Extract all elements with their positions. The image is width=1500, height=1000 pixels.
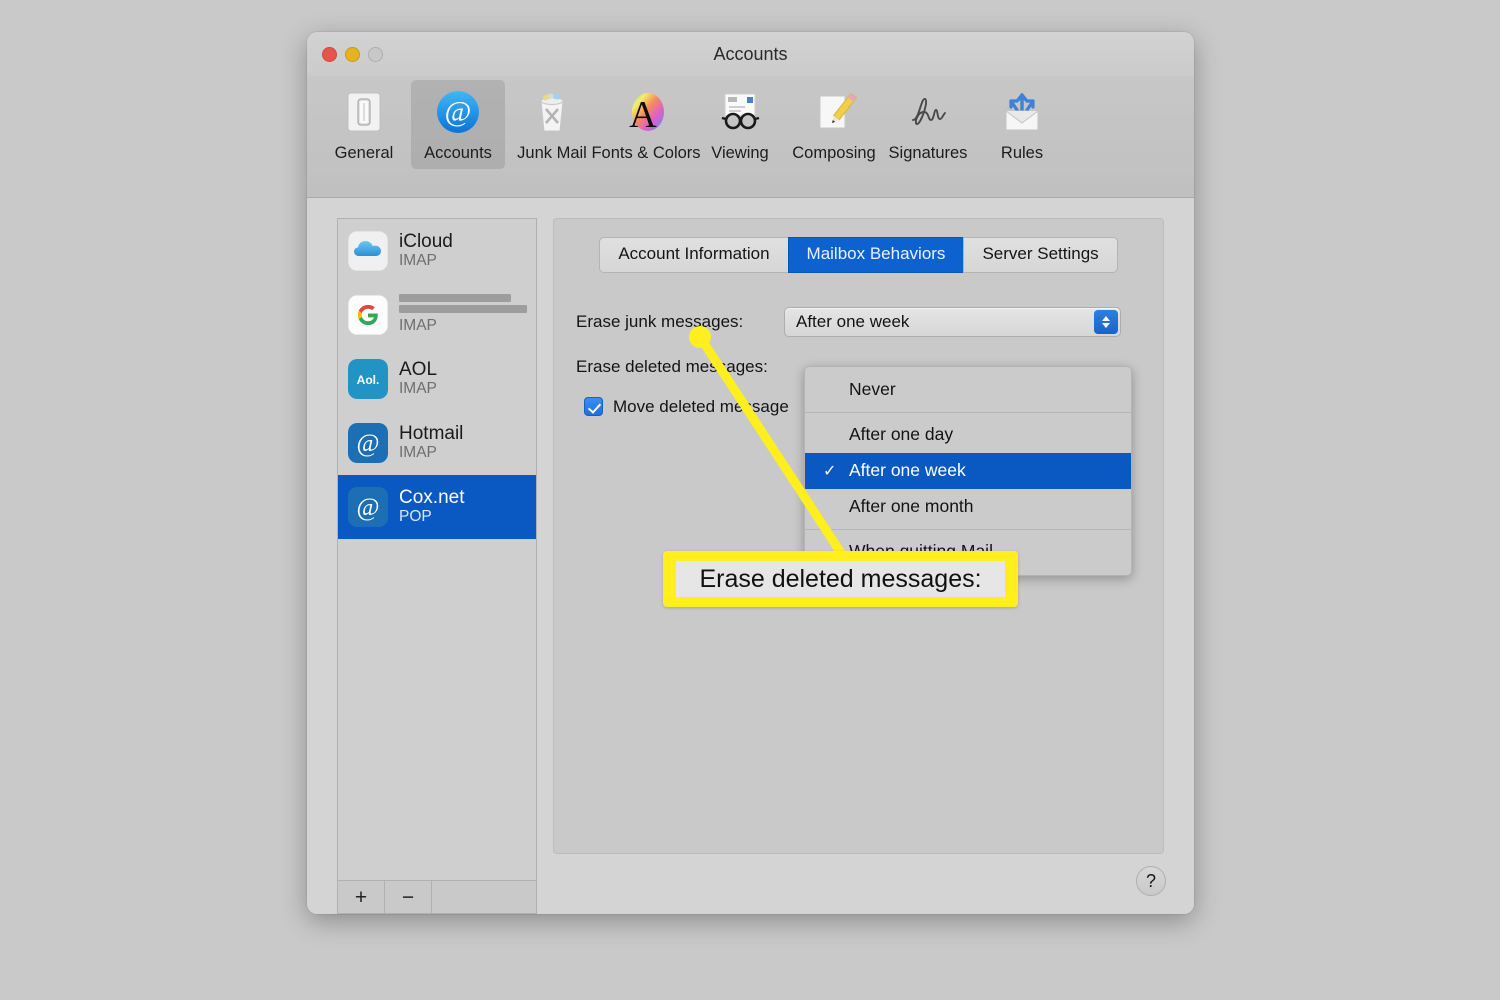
- erase-junk-value: After one week: [796, 311, 910, 331]
- account-row-icloud[interactable]: iCloud IMAP: [338, 219, 536, 283]
- toolbar-label-junk-mail: Junk Mail: [517, 144, 587, 162]
- eyeglasses-icon: [714, 86, 766, 138]
- toolbar-label-viewing: Viewing: [711, 144, 769, 162]
- pencil-paper-icon: [808, 86, 860, 138]
- toolbar-item-signatures[interactable]: Signatures: [881, 80, 975, 169]
- toolbar-label-composing: Composing: [792, 144, 876, 162]
- toolbar-item-composing[interactable]: Composing: [787, 80, 881, 169]
- erase-deleted-dropdown-menu[interactable]: Never After one day After one week After…: [804, 365, 1132, 576]
- account-name: Hotmail: [399, 423, 464, 445]
- svg-text:A: A: [629, 94, 657, 135]
- account-text: AOL IMAP: [399, 359, 437, 399]
- aol-icon: Aol.: [348, 359, 388, 399]
- erase-junk-row: Erase junk messages: After one week: [576, 306, 1141, 337]
- at-badge-icon: @: [348, 487, 388, 527]
- toolbar-item-rules[interactable]: Rules: [975, 80, 1069, 169]
- menu-item-never[interactable]: Never: [805, 372, 1131, 408]
- svg-text:@: @: [356, 494, 379, 521]
- move-deleted-label: Move deleted message: [613, 396, 789, 416]
- accounts-preferences-window: Accounts General @ Accounts Junk Mail A …: [307, 32, 1194, 914]
- move-deleted-checkbox[interactable]: [584, 397, 603, 417]
- menu-item-after-one-week[interactable]: After one week: [805, 452, 1131, 489]
- erase-deleted-label: Erase deleted messages:: [576, 356, 768, 376]
- account-row-hotmail[interactable]: @ Hotmail IMAP: [338, 411, 536, 475]
- footer-spacer: [432, 881, 536, 913]
- account-row-redacted[interactable]: IMAP: [338, 283, 536, 347]
- redacted-account-name: [399, 294, 527, 314]
- toolbar-item-viewing[interactable]: Viewing: [693, 80, 787, 169]
- account-row-aol[interactable]: Aol. AOL IMAP: [338, 347, 536, 411]
- toolbar-label-fonts-colors: Fonts & Colors: [591, 144, 701, 162]
- account-protocol: IMAP: [399, 380, 437, 398]
- tab-mailbox-behaviors[interactable]: Mailbox Behaviors: [787, 237, 965, 273]
- svg-text:@: @: [356, 430, 379, 457]
- callout-text: Erase deleted messages:: [676, 561, 1005, 597]
- account-list[interactable]: iCloud IMAP IMAP Aol. AOL IMAP @ Hotmail…: [337, 218, 537, 880]
- at-sign-icon: @: [432, 86, 484, 138]
- detail-tab-bar: Account Information Mailbox Behaviors Se…: [576, 237, 1141, 273]
- menu-item-after-one-month[interactable]: After one month: [805, 489, 1131, 525]
- callout-highlight-box: Erase deleted messages:: [663, 551, 1018, 607]
- menu-item-after-one-day[interactable]: After one day: [805, 417, 1131, 453]
- trash-can-icon: [526, 86, 578, 138]
- font-color-icon: A: [620, 86, 672, 138]
- toolbar-label-signatures: Signatures: [888, 144, 968, 162]
- account-name: iCloud: [399, 231, 453, 253]
- svg-text:Aol.: Aol.: [357, 373, 380, 387]
- erase-junk-select[interactable]: After one week: [784, 306, 1121, 337]
- signature-icon: [902, 86, 954, 138]
- account-protocol: IMAP: [399, 317, 437, 335]
- account-text: IMAP: [399, 294, 527, 336]
- tab-account-information[interactable]: Account Information: [599, 237, 789, 273]
- account-text: Hotmail IMAP: [399, 423, 463, 463]
- toolbar-label-general: General: [334, 144, 394, 162]
- accounts-sidebar: iCloud IMAP IMAP Aol. AOL IMAP @ Hotmail…: [337, 218, 537, 914]
- toolbar-item-general[interactable]: General: [317, 80, 411, 169]
- erase-junk-label: Erase junk messages:: [576, 311, 744, 331]
- toolbar-item-junk-mail[interactable]: Junk Mail: [505, 80, 599, 169]
- help-button[interactable]: ?: [1136, 866, 1166, 896]
- switch-icon: [338, 86, 390, 138]
- toolbar-label-rules: Rules: [1000, 144, 1044, 162]
- icloud-icon: [348, 231, 388, 271]
- account-text: Cox.net POP: [399, 487, 464, 527]
- preferences-toolbar: General @ Accounts Junk Mail A Fonts & C…: [307, 76, 1194, 198]
- account-protocol: IMAP: [399, 252, 437, 270]
- tab-server-settings[interactable]: Server Settings: [963, 237, 1118, 273]
- envelope-arrows-icon: [996, 86, 1048, 138]
- account-list-footer: + −: [337, 880, 537, 914]
- svg-text:@: @: [445, 96, 472, 128]
- account-text: iCloud IMAP: [399, 231, 453, 271]
- at-badge-icon: @: [348, 423, 388, 463]
- google-icon: [348, 295, 388, 335]
- account-detail-pane: Account Information Mailbox Behaviors Se…: [553, 218, 1164, 854]
- remove-account-button[interactable]: −: [385, 881, 432, 913]
- account-name: Cox.net: [399, 487, 465, 509]
- account-protocol: IMAP: [399, 444, 437, 462]
- menu-separator: [805, 411, 1131, 413]
- toolbar-item-accounts[interactable]: @ Accounts: [411, 80, 505, 169]
- toolbar-item-fonts-colors[interactable]: A Fonts & Colors: [591, 80, 701, 169]
- account-row-cox-net[interactable]: @ Cox.net POP: [338, 475, 536, 539]
- toolbar-label-accounts: Accounts: [424, 144, 492, 162]
- window-title: Accounts: [713, 44, 788, 64]
- mailbox-behaviors-form: Erase junk messages: After one week Eras…: [576, 306, 1141, 576]
- account-name: AOL: [399, 359, 438, 381]
- window-titlebar: Accounts: [307, 32, 1194, 76]
- chevron-updown-icon[interactable]: [1094, 309, 1118, 334]
- menu-separator: [805, 528, 1131, 530]
- add-account-button[interactable]: +: [338, 881, 385, 913]
- account-protocol: POP: [399, 508, 432, 526]
